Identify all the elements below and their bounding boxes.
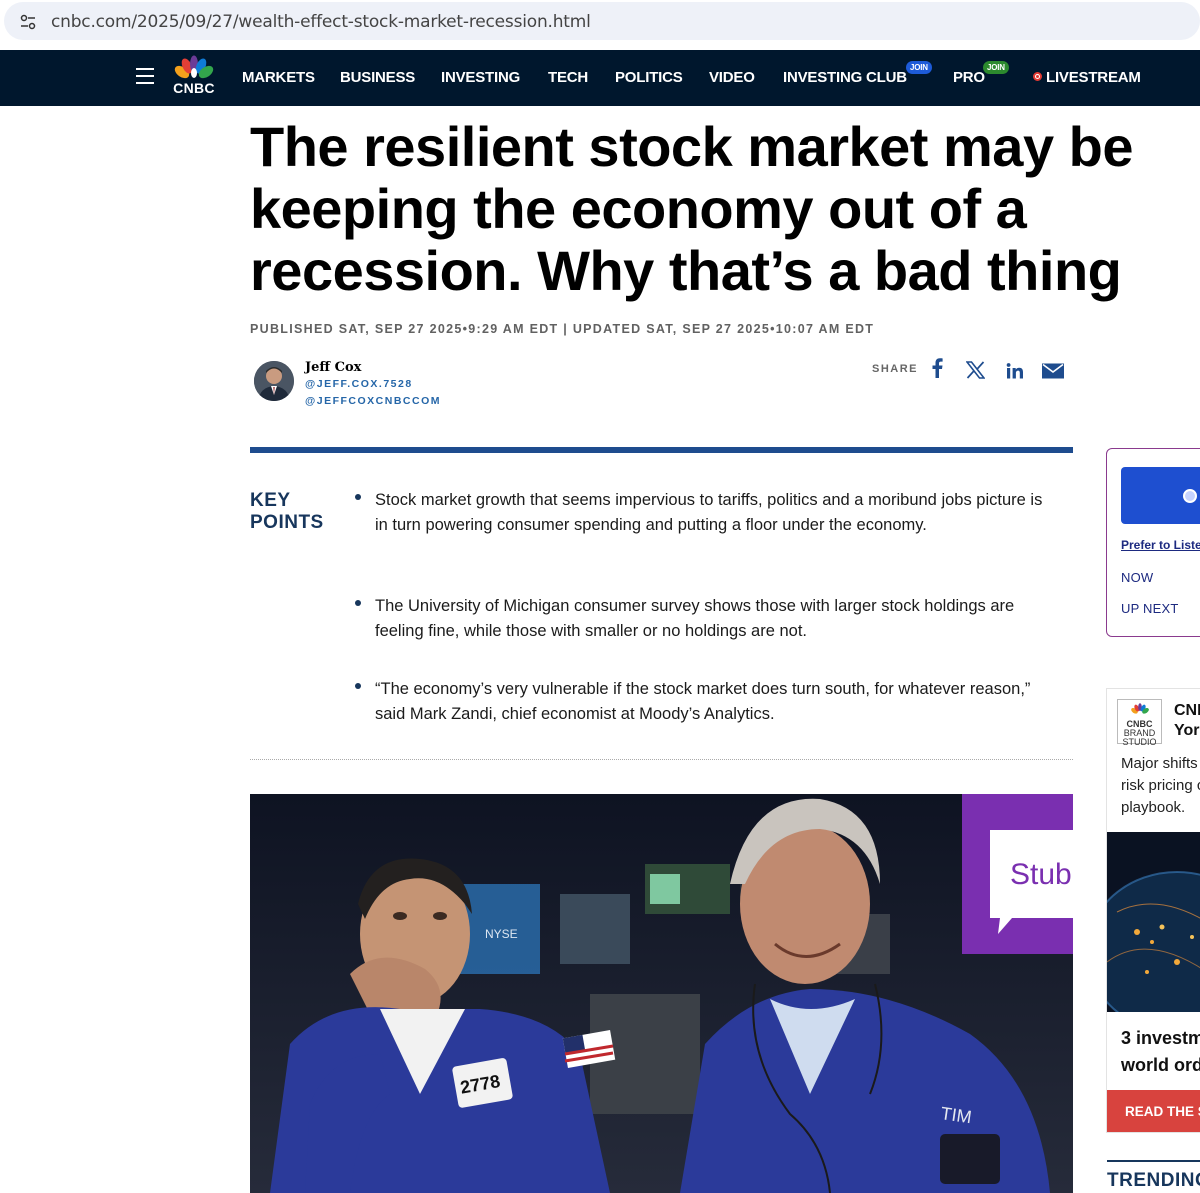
brand-name-line-2: Yorl — [1174, 722, 1200, 739]
headline-line-2: keeping the economy out of a — [250, 177, 1027, 240]
author-handle-facebook[interactable]: @JEFF.COX.7528 — [305, 378, 413, 390]
key-points-divider — [250, 759, 1073, 760]
brand-studio-logo: CNBC BRAND STUDIO — [1117, 699, 1162, 747]
author-photo — [254, 361, 294, 401]
key-points-title: KEY POINTS — [250, 490, 340, 534]
brand-description: Major shifts risk pricing c playbook. — [1121, 753, 1200, 819]
browser-address-bar: cnbc.com/2025/09/27/wealth-effect-stock-… — [0, 0, 1200, 42]
brand-desc-line-1: Major shifts — [1121, 755, 1198, 772]
brand-desc-line-2: risk pricing c — [1121, 777, 1200, 794]
key-points-title-line-1: KEY — [250, 490, 291, 511]
key-point-1: Stock market growth that seems imperviou… — [375, 491, 1043, 534]
sponsored-card[interactable]: CNBC BRAND STUDIO CNE Yorl Major shifts … — [1106, 688, 1200, 1133]
headline-line-3: recession. Why that’s a bad thing — [250, 239, 1122, 302]
author-avatar[interactable] — [254, 361, 294, 401]
key-point-2: The University of Michigan consumer surv… — [375, 597, 1015, 640]
trending-rule — [1107, 1160, 1200, 1162]
nav-investing-club[interactable]: INVESTING CLUB JOIN — [783, 61, 932, 86]
earth-night-image — [1107, 832, 1200, 1012]
sponsored-headline-line-1: 3 investm — [1121, 1028, 1200, 1048]
peacock-icon — [1130, 703, 1149, 714]
logo-text: CNBC — [173, 80, 215, 96]
nav-markets[interactable]: MARKETS — [242, 69, 315, 86]
screen-text: NYSE — [485, 927, 518, 941]
live-icon — [1033, 72, 1042, 81]
join-badge-club[interactable]: JOIN — [906, 61, 932, 74]
nav-video[interactable]: VIDEO — [709, 69, 755, 86]
audio-player-card: Prefer to Liste NOW UP NEXT — [1106, 448, 1200, 637]
trending-heading: TRENDING — [1107, 1170, 1200, 1191]
bullet-icon — [355, 600, 361, 606]
share-label: SHARE — [872, 363, 919, 375]
published-timestamp: PUBLISHED SAT, SEP 27 2025•9:29 AM EDT |… — [250, 322, 875, 336]
peacock-icon — [174, 55, 214, 79]
nav-politics[interactable]: POLITICS — [615, 69, 683, 86]
author-name[interactable]: Jeff Cox — [305, 360, 361, 375]
site-navigation: CNBC MARKETS BUSINESS INVESTING TECH POL… — [0, 50, 1200, 106]
cnbc-logo[interactable]: CNBC — [171, 55, 217, 97]
article-photo[interactable]: Stubl NYSE 2778 TIM — [250, 794, 1073, 1193]
sponsored-headline-line-2: world ord — [1121, 1055, 1200, 1075]
facebook-icon[interactable] — [930, 357, 944, 379]
traders-image: Stubl NYSE 2778 TIM — [250, 794, 1073, 1193]
jacket-name: TIM — [939, 1103, 972, 1127]
sign-text: Stubl — [1010, 858, 1073, 891]
nav-business[interactable]: BUSINESS — [340, 69, 415, 86]
bullet-icon — [355, 683, 361, 689]
nav-livestream[interactable]: LIVESTREAM — [1033, 69, 1141, 86]
linkedin-icon[interactable] — [1006, 360, 1024, 382]
nav-investing[interactable]: INVESTING — [441, 69, 520, 86]
key-points-rule — [250, 447, 1073, 453]
nav-pro[interactable]: PRO JOIN — [953, 61, 1009, 86]
url-text[interactable]: cnbc.com/2025/09/27/wealth-effect-stock-… — [51, 12, 591, 32]
key-points-title-line-2: POINTS — [250, 512, 324, 533]
join-badge-pro[interactable]: JOIN — [983, 61, 1009, 74]
x-icon[interactable] — [966, 359, 985, 381]
headline-line-1: The resilient stock market may be — [250, 115, 1134, 178]
tune-icon[interactable] — [20, 14, 36, 30]
author-handle-x[interactable]: @JEFFCOXCNBCCOM — [305, 395, 441, 407]
brand-logo-line-3: STUDIO — [1122, 737, 1157, 747]
sponsored-headline[interactable]: 3 investm world ord — [1121, 1025, 1200, 1079]
menu-icon[interactable] — [136, 68, 154, 84]
read-the-story-button[interactable]: READ THE S — [1107, 1090, 1200, 1132]
nav-investing-club-label: INVESTING CLUB — [783, 69, 907, 86]
key-point-3: “The economy’s very vulnerable if the st… — [375, 680, 1031, 723]
email-icon[interactable] — [1042, 360, 1064, 382]
up-next-label[interactable]: UP NEXT — [1121, 601, 1179, 616]
livestream-label: LIVESTREAM — [1046, 69, 1141, 86]
url-bar[interactable]: cnbc.com/2025/09/27/wealth-effect-stock-… — [4, 2, 1200, 40]
now-label[interactable]: NOW — [1121, 570, 1153, 585]
listen-button[interactable] — [1121, 467, 1200, 524]
bullet-icon — [355, 494, 361, 500]
nav-tech[interactable]: TECH — [548, 69, 588, 86]
globe-image — [1107, 832, 1200, 1012]
brand-name-line-1: CNE — [1174, 702, 1200, 719]
brand-name: CNE Yorl — [1174, 701, 1200, 741]
nav-pro-label: PRO — [953, 69, 985, 86]
article-headline: The resilient stock market may be keepin… — [250, 116, 1200, 302]
prefer-to-listen-link[interactable]: Prefer to Liste — [1121, 538, 1200, 552]
brand-desc-line-3: playbook. — [1121, 799, 1186, 816]
